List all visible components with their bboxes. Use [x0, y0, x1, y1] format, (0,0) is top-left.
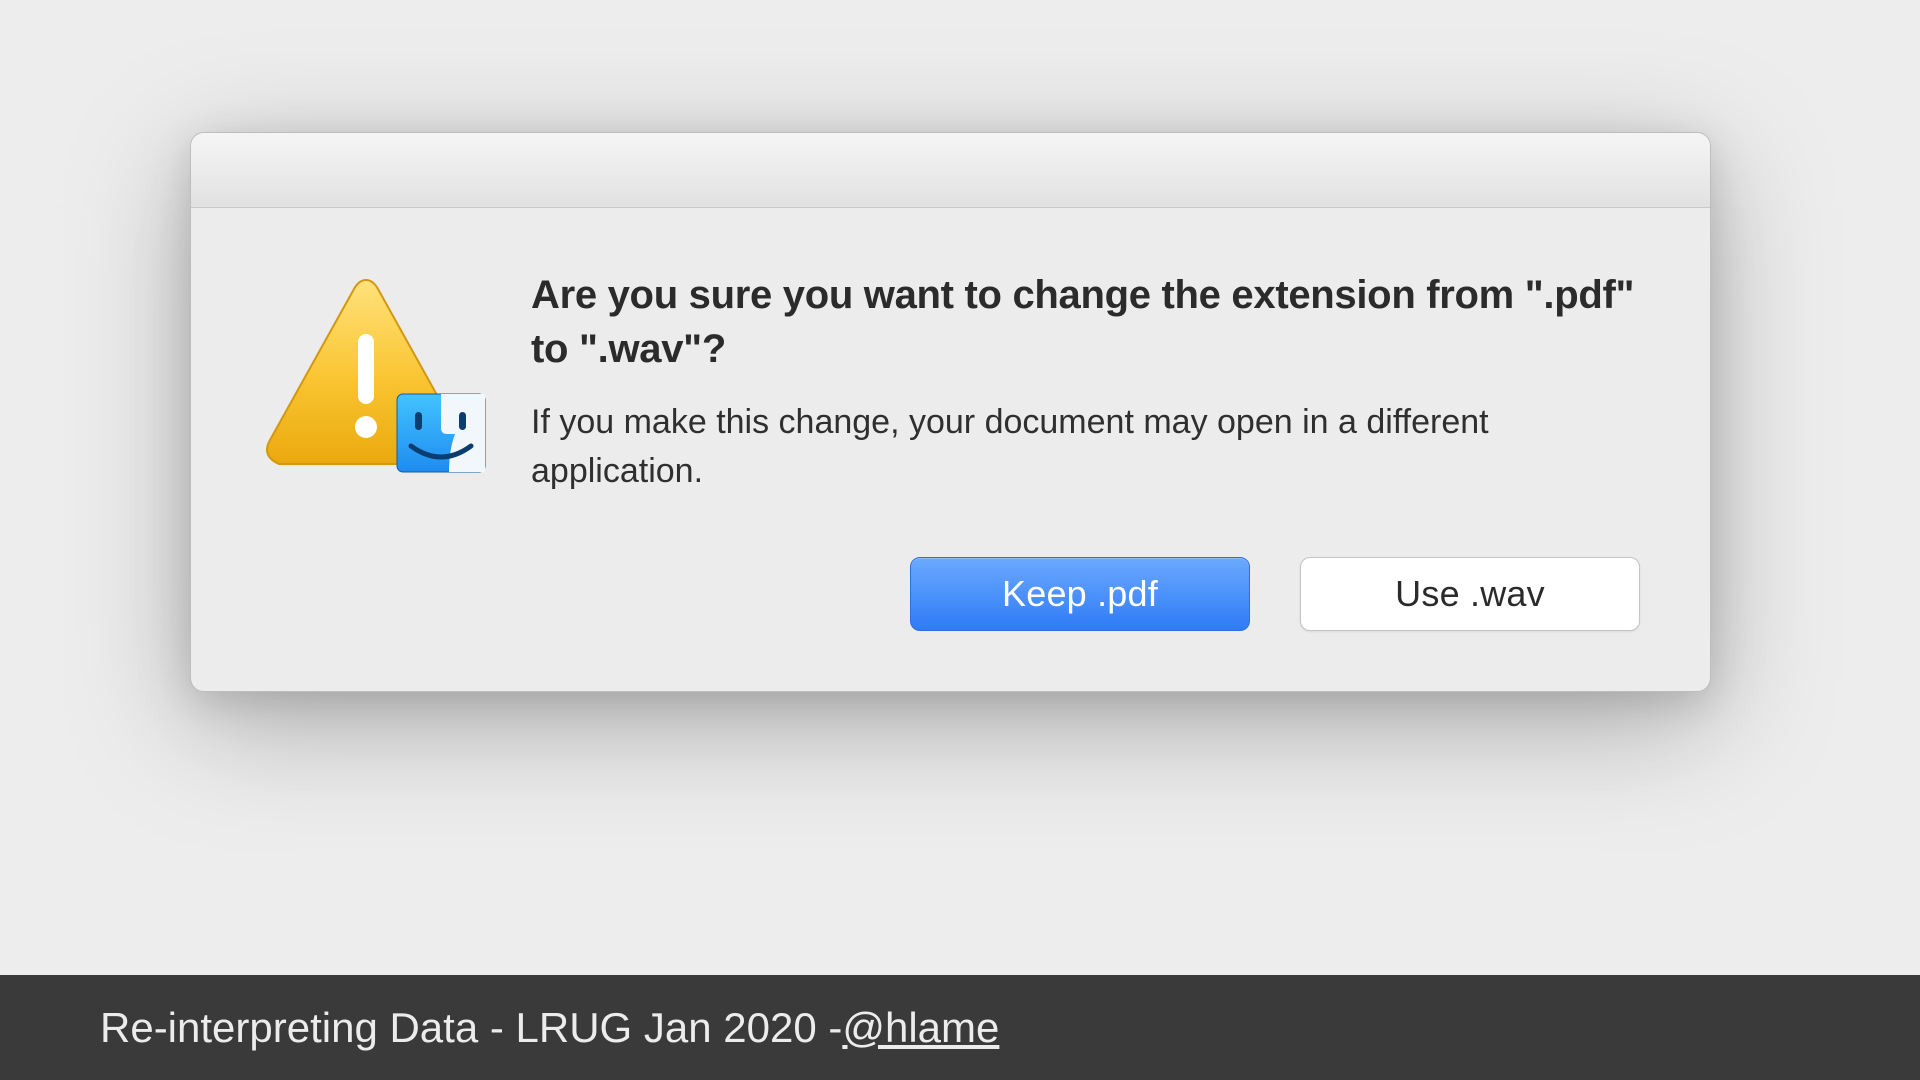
dialog-button-row: Keep .pdf Use .wav	[191, 537, 1710, 691]
keep-pdf-button[interactable]: Keep .pdf	[910, 557, 1250, 631]
footer-text-prefix: Re-interpreting Data - LRUG Jan 2020 -	[100, 1004, 842, 1052]
footer-handle-link[interactable]: @hlame	[842, 1004, 999, 1052]
dialog-icon-area	[261, 272, 471, 472]
slide-footer: Re-interpreting Data - LRUG Jan 2020 - @…	[0, 975, 1920, 1080]
finder-icon	[393, 390, 489, 476]
dialog-description: If you make this change, your document m…	[531, 398, 1640, 497]
dialog-text-area: Are you sure you want to change the exte…	[531, 268, 1640, 497]
dialog-content: Are you sure you want to change the exte…	[191, 208, 1710, 537]
alert-dialog: Are you sure you want to change the exte…	[190, 132, 1711, 692]
dialog-heading: Are you sure you want to change the exte…	[531, 268, 1640, 376]
use-wav-button[interactable]: Use .wav	[1300, 557, 1640, 631]
dialog-titlebar	[191, 133, 1710, 208]
presentation-slide: Are you sure you want to change the exte…	[0, 0, 1920, 1080]
dialog-shadow-wrap: Are you sure you want to change the exte…	[190, 132, 1711, 692]
